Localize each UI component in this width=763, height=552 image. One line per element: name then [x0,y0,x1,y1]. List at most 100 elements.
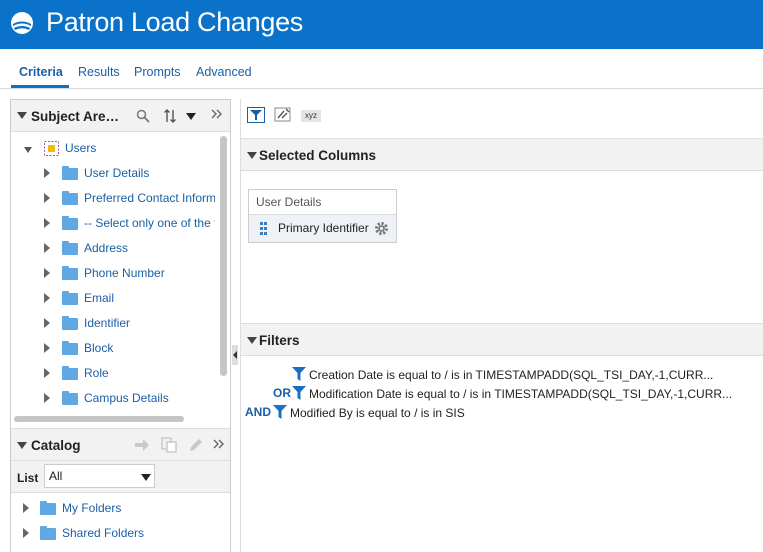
catalog-header: Catalog [11,428,230,461]
subject-areas-title: Subject Are… [31,109,120,124]
folder-icon [62,366,78,380]
filter-icon [292,386,306,400]
tree-item-label: -- Select only one of the following [84,216,215,230]
filters-header: Filters [241,323,763,356]
tree-item[interactable]: Preferred Contact Information [62,190,215,210]
logo-icon [11,12,33,34]
tree-root-users[interactable]: Users [44,140,214,160]
copy-icon[interactable] [161,437,177,453]
list-select[interactable]: All [44,464,155,488]
expand-panel-icon[interactable] [210,107,224,121]
folder-icon [62,241,78,255]
column-primary-identifier[interactable]: Primary Identifier [249,215,396,242]
edit-formula-icon[interactable] [274,107,292,123]
collapse-users-icon[interactable] [24,147,32,153]
folder-icon [40,501,56,515]
collapse-selected-columns-icon[interactable] [247,152,257,159]
tree-item-label: Email [84,291,115,305]
arrow-right-icon[interactable] [134,438,150,452]
collapse-catalog-icon[interactable] [17,442,27,449]
tree-item[interactable]: Campus Details [62,390,215,410]
expand-folder-icon[interactable] [44,268,50,278]
gear-icon[interactable] [373,220,390,237]
selected-columns-title: Selected Columns [259,148,377,163]
filters-title: Filters [259,333,300,348]
expand-folder-icon[interactable] [44,243,50,253]
sql-icon[interactable]: xyz [301,110,321,122]
tab-prompts[interactable]: Prompts [134,65,181,79]
subject-areas-header: Subject Are… [11,100,230,132]
column-type-icon [260,222,267,235]
folder-icon [62,291,78,305]
tab-advanced[interactable]: Advanced [196,65,252,79]
list-select-value: All [49,469,63,483]
tree-item[interactable]: Role [62,365,215,385]
tree-item-label: Phone Number [84,266,165,280]
tree-item-label: Identifier [84,316,131,330]
sort-dropdown-icon[interactable] [186,113,196,120]
vertical-scrollbar[interactable] [220,136,227,376]
catalog-folder-shared-folders[interactable]: Shared Folders [40,525,220,545]
folder-icon [62,266,78,280]
tree-item[interactable]: Identifier [62,315,215,335]
folder-icon [62,216,78,230]
tab-results[interactable]: Results [78,65,120,79]
folder-icon [62,166,78,180]
catalog-folder-my-folders[interactable]: My Folders [40,500,220,520]
expand-folder-icon[interactable] [44,318,50,328]
tree-item-label: Campus Details [84,391,169,405]
filter-row[interactable]: Creation Date is equal to / is in TIMEST… [241,366,761,384]
folder-icon [62,191,78,205]
filter-row[interactable]: OR Modification Date is equal to / is in… [241,385,761,403]
page-title: Patron Load Changes [46,7,303,37]
folder-icon [62,341,78,355]
column-group-name: User Details [249,190,396,215]
expand-folder-icon[interactable] [44,343,50,353]
filter-text: Creation Date is equal to / is in TIMEST… [309,368,714,382]
expand-folder-icon[interactable] [44,393,50,403]
tab-bar: Criteria Results Prompts Advanced [0,49,763,89]
expand-folder-icon[interactable] [44,218,50,228]
app-header: Patron Load Changes [0,0,763,49]
filter-conjunction[interactable]: AND [245,405,271,419]
expand-shared-folders-icon[interactable] [23,528,29,538]
filter-text: Modification Date is equal to / is in TI… [309,387,733,401]
folder-icon [62,316,78,330]
expand-folder-icon[interactable] [44,293,50,303]
tree-item[interactable]: Phone Number [62,265,215,285]
edit-icon[interactable] [188,437,204,453]
tree-item-label: Role [84,366,109,380]
tree-item[interactable]: Email [62,290,215,310]
tab-criteria[interactable]: Criteria [19,65,63,79]
expand-folder-icon[interactable] [44,368,50,378]
list-label: List [17,471,39,485]
left-panel: Subject Are… Users User Details Preferred… [10,99,231,552]
tree-item[interactable]: -- Select only one of the following [62,215,215,235]
expand-folder-icon[interactable] [44,193,50,203]
expand-catalog-icon[interactable] [212,437,226,451]
filter-conjunction[interactable]: OR [273,386,291,400]
chevron-down-icon [141,474,151,481]
collapse-subject-areas-icon[interactable] [17,112,27,119]
criteria-panel: xyz Selected Columns User Details Primar… [240,99,763,552]
show-filters-icon[interactable] [247,107,265,123]
tree-item-label: Preferred Contact Information [84,191,215,205]
filter-text: Modified By is equal to / is in SIS [290,406,465,420]
collapse-left-panel-icon[interactable] [232,345,238,365]
active-tab-indicator [11,85,69,88]
expand-folder-icon[interactable] [44,168,50,178]
tree-item[interactable]: User Details [62,165,215,185]
folder-icon [40,526,56,540]
filter-icon [273,405,287,419]
panel-splitter[interactable] [231,99,239,552]
catalog-title: Catalog [31,438,81,453]
sort-icon[interactable] [163,108,179,124]
filter-row[interactable]: AND Modified By is equal to / is in SIS [241,404,761,422]
search-icon[interactable] [136,109,150,123]
collapse-filters-icon[interactable] [247,337,257,344]
tree-item[interactable]: Address [62,240,215,260]
expand-my-folders-icon[interactable] [23,503,29,513]
column-name: Primary Identifier [278,221,369,235]
tree-item[interactable]: Block [62,340,215,360]
horizontal-scrollbar[interactable] [14,416,184,422]
